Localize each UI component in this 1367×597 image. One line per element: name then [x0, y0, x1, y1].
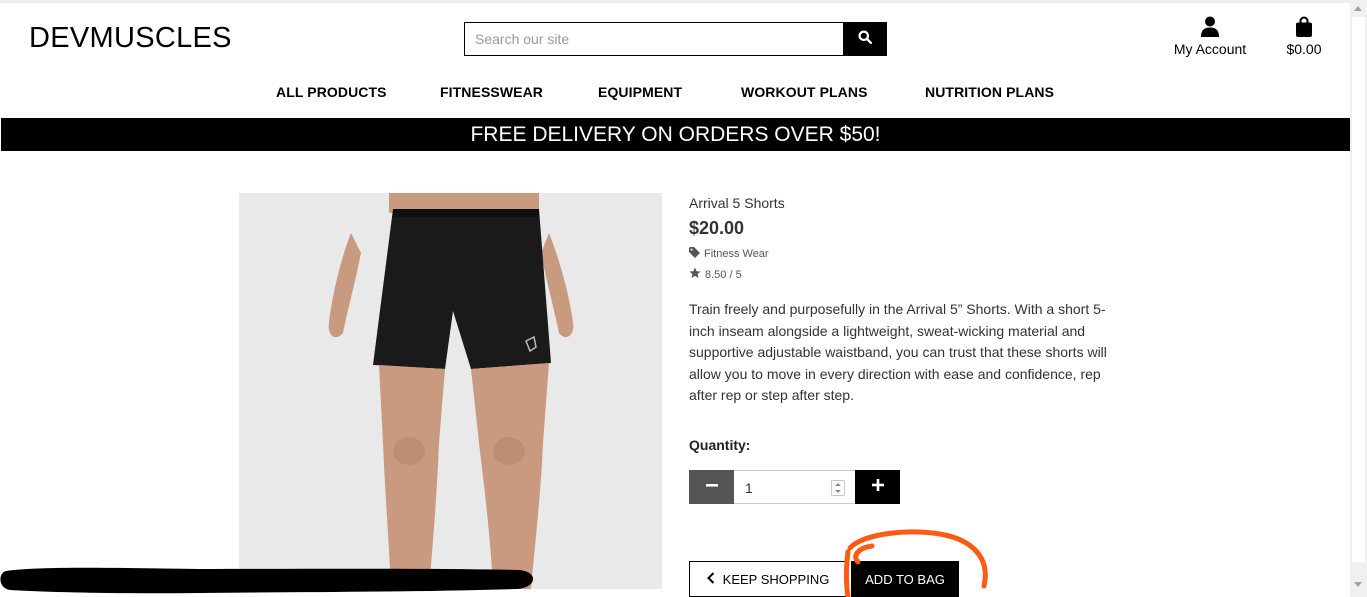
nav-item-all-products[interactable]: ALL PRODUCTS: [276, 84, 387, 100]
product-category-label: Fitness Wear: [704, 248, 769, 260]
search-button[interactable]: [843, 22, 887, 56]
star-icon: [689, 267, 701, 282]
search-icon: [858, 30, 873, 49]
bag-total: $0.00: [1286, 41, 1322, 57]
nav-item-fitnesswear[interactable]: FITNESSWEAR: [440, 84, 543, 100]
minus-icon: [705, 478, 718, 496]
shopping-bag-icon: [1295, 16, 1313, 38]
search-bar: [464, 22, 887, 56]
my-account-label: My Account: [1173, 41, 1247, 57]
vertical-scrollbar[interactable]: [1350, 0, 1367, 597]
top-border: [0, 0, 1350, 3]
main-nav: ALL PRODUCTS FITNESSWEAR EQUIPMENT WORKO…: [0, 84, 1350, 104]
keep-shopping-button[interactable]: KEEP SHOPPING: [689, 561, 847, 597]
site-logo[interactable]: DEVMUSCLES: [29, 22, 232, 55]
tag-icon: [689, 247, 700, 261]
chevron-left-icon: [706, 571, 715, 587]
product-image: [239, 193, 662, 589]
product-name: Arrival 5 Shorts: [689, 195, 785, 211]
user-icon: [1201, 16, 1219, 38]
search-input[interactable]: [464, 22, 843, 56]
decrement-button[interactable]: [689, 470, 734, 504]
add-to-bag-button[interactable]: ADD TO BAG: [851, 561, 959, 597]
quantity-input[interactable]: 1: [734, 470, 855, 504]
scroll-up-arrow-icon[interactable]: [1354, 6, 1362, 11]
product-rating: 8.50 / 5: [689, 267, 742, 282]
quantity-spinner[interactable]: [831, 480, 845, 496]
product-rating-value: 8.50 / 5: [705, 268, 742, 281]
nav-item-nutrition-plans[interactable]: NUTRITION PLANS: [925, 84, 1054, 100]
quantity-stepper: 1: [689, 470, 900, 504]
quantity-value: 1: [745, 480, 753, 496]
product-photo: [239, 193, 662, 589]
shopping-bag-link[interactable]: $0.00: [1280, 16, 1328, 57]
product-price: $20.00: [689, 218, 745, 238]
product-category[interactable]: Fitness Wear: [689, 247, 769, 261]
plus-icon: [871, 478, 884, 496]
nav-item-equipment[interactable]: EQUIPMENT: [598, 84, 682, 100]
product-description: Train freely and purposefully in the Arr…: [689, 301, 1107, 403]
keep-shopping-label: KEEP SHOPPING: [722, 571, 830, 587]
product-details: Arrival 5 Shorts $20.00 Fitness Wear 8.5…: [689, 195, 1119, 403]
add-to-bag-label: ADD TO BAG: [865, 571, 945, 587]
my-account-link[interactable]: My Account: [1166, 16, 1254, 57]
scroll-down-arrow-icon[interactable]: [1354, 582, 1362, 587]
nav-item-workout-plans[interactable]: WORKOUT PLANS: [741, 84, 868, 100]
quantity-label: Quantity:: [689, 437, 751, 453]
scroll-thumb[interactable]: [1352, 17, 1365, 562]
free-delivery-banner: FREE DELIVERY ON ORDERS OVER $50!: [1, 118, 1350, 151]
increment-button[interactable]: [855, 470, 900, 504]
